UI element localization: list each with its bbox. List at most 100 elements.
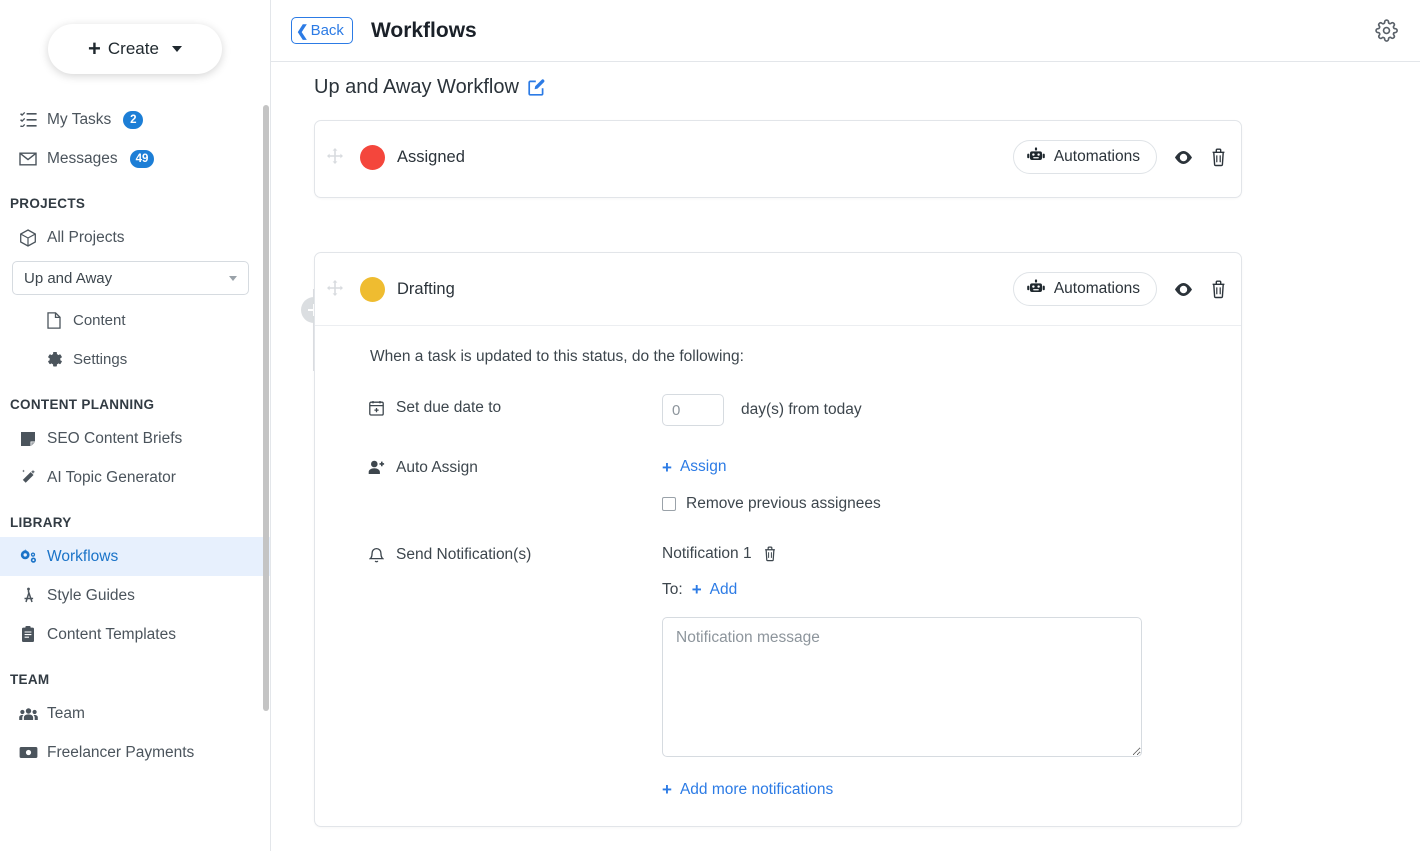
automations-button-label: Automations (1053, 280, 1140, 297)
page-title: Workflows (370, 18, 477, 42)
bell-icon (368, 546, 385, 564)
sidebar-item-label: All Projects (47, 228, 125, 246)
sidebar-item-all-projects[interactable]: All Projects (0, 218, 270, 257)
sidebar-item-team[interactable]: Team (0, 694, 270, 733)
cube-icon (18, 228, 38, 248)
back-button-label: Back (310, 22, 344, 39)
project-select[interactable]: Up and Away (12, 261, 249, 295)
automations-button[interactable]: Automations (1012, 272, 1157, 306)
notification-title: Notification 1 (662, 544, 752, 562)
automations-intro: When a task is updated to this status, d… (370, 348, 744, 365)
status-card-actions: Automations (1012, 272, 1227, 306)
create-button-wrap: + Create (0, 0, 270, 86)
create-button-label: Create (107, 39, 159, 58)
chevron-down-icon (229, 275, 237, 281)
envelope-icon (18, 149, 38, 169)
assign-link[interactable]: + Assign (662, 458, 726, 476)
messages-badge: 49 (129, 149, 155, 168)
user-plus-icon (368, 459, 385, 475)
trash-icon[interactable] (1210, 148, 1227, 167)
sidebar-item-settings[interactable]: Settings (0, 340, 270, 379)
notification-item-header: Notification 1 (662, 545, 1241, 563)
magic-wand-icon (18, 468, 38, 488)
sidebar-item-label: Content (73, 312, 126, 329)
chevron-down-icon (171, 46, 182, 52)
drafting-compass-icon (18, 586, 38, 606)
status-card-drafting: Drafting Automations When a task is upda… (314, 252, 1242, 827)
clipboard-icon (18, 625, 38, 645)
sidebar: + Create My Tasks 2 Messages 49 PROJECTS… (0, 0, 271, 851)
add-recipient-link[interactable]: + Add (692, 581, 738, 599)
robot-icon (1027, 146, 1045, 168)
auto-assign-label-group: Auto Assign (368, 458, 662, 513)
sidebar-item-freelancer-payments[interactable]: Freelancer Payments (0, 733, 270, 772)
sidebar-scrollbar[interactable] (263, 105, 269, 711)
workflow-title-row: Up and Away Workflow (271, 62, 1420, 99)
robot-icon (1027, 278, 1045, 300)
section-title-library: LIBRARY (10, 515, 72, 530)
due-date-suffix: day(s) from today (741, 401, 862, 418)
notification-message-textarea[interactable] (662, 616, 1142, 757)
due-date-control: day(s) from today (662, 394, 1241, 426)
sidebar-item-seo-content-briefs[interactable]: SEO Content Briefs (0, 419, 270, 458)
note-icon (18, 429, 38, 449)
drag-handle-icon[interactable] (326, 280, 344, 298)
sidebar-item-messages[interactable]: Messages 49 (0, 139, 270, 178)
due-date-label: Set due date to (396, 399, 502, 416)
back-button[interactable]: ❮ Back (291, 17, 353, 44)
sidebar-item-label: Messages (47, 149, 118, 167)
sidebar-item-style-guides[interactable]: Style Guides (0, 576, 270, 615)
section-title-team: TEAM (10, 672, 50, 687)
status-color-dot (360, 276, 385, 302)
status-card-header: Drafting Automations (315, 253, 1241, 325)
edit-pencil-square-icon[interactable] (528, 79, 545, 96)
remove-previous-assignees-label: Remove previous assignees (686, 494, 881, 512)
create-button[interactable]: + Create (48, 24, 222, 74)
notifications-label-group: Send Notification(s) (368, 545, 662, 801)
sidebar-item-content[interactable]: Content (0, 301, 270, 340)
tasks-list-icon (18, 110, 38, 130)
trash-icon[interactable] (1210, 280, 1227, 299)
calendar-plus-icon (368, 399, 385, 416)
due-date-days-input[interactable] (662, 394, 724, 426)
add-recipient-label: Add (709, 580, 738, 598)
workflow-canvas: Assigned Automations Drafting Automation… (271, 99, 1420, 827)
assign-link-label: Assign (679, 458, 727, 475)
workflow-name: Up and Away Workflow (314, 76, 519, 98)
settings-gear-icon[interactable] (1375, 19, 1398, 42)
add-more-notifications-link[interactable]: + Add more notifications (662, 781, 833, 799)
sidebar-item-label: Settings (73, 351, 128, 368)
project-select-value: Up and Away (24, 269, 113, 287)
to-label: To: (662, 580, 683, 598)
sidebar-item-label: Workflows (47, 547, 119, 565)
sidebar-item-workflows[interactable]: Workflows (0, 537, 270, 576)
sidebar-item-ai-topic-generator[interactable]: AI Topic Generator (0, 458, 270, 497)
sidebar-item-label: AI Topic Generator (47, 468, 176, 486)
automation-row-auto-assign: Auto Assign + Assign Remove previous ass… (315, 458, 1241, 513)
drag-handle-icon[interactable] (326, 148, 344, 166)
remove-previous-assignees-checkbox[interactable] (662, 496, 676, 511)
notifications-label: Send Notification(s) (396, 545, 532, 563)
automations-button-label: Automations (1053, 148, 1140, 165)
status-card-actions: Automations (1012, 140, 1227, 174)
due-date-line: day(s) from today (662, 394, 1241, 426)
plus-icon: + (88, 36, 101, 61)
chevron-left-icon: ❮ (296, 22, 309, 40)
automation-row-notifications: Send Notification(s) Notification 1 To: (315, 545, 1241, 801)
sidebar-item-label: My Tasks (47, 110, 112, 128)
automation-row-due-date: Set due date to day(s) from today (315, 394, 1241, 426)
notifications-control: Notification 1 To: + Add Notification me… (662, 545, 1241, 801)
sidebar-item-content-templates[interactable]: Content Templates (0, 615, 270, 654)
status-name: Drafting (397, 279, 455, 298)
status-card-header: Assigned Automations (315, 121, 1241, 193)
sidebar-item-label: Content Templates (47, 625, 176, 643)
section-title-content-planning: CONTENT PLANNING (10, 397, 155, 412)
status-card-assigned: Assigned Automations (314, 120, 1242, 198)
notification-delete-trash-icon[interactable] (763, 546, 777, 562)
automations-button[interactable]: Automations (1012, 140, 1157, 174)
sidebar-item-my-tasks[interactable]: My Tasks 2 (0, 100, 270, 139)
my-tasks-badge: 2 (123, 110, 144, 129)
main-content: ❮ Back Workflows Up and Away Workflow As… (271, 0, 1420, 851)
eye-icon[interactable] (1173, 150, 1194, 165)
eye-icon[interactable] (1173, 282, 1194, 297)
